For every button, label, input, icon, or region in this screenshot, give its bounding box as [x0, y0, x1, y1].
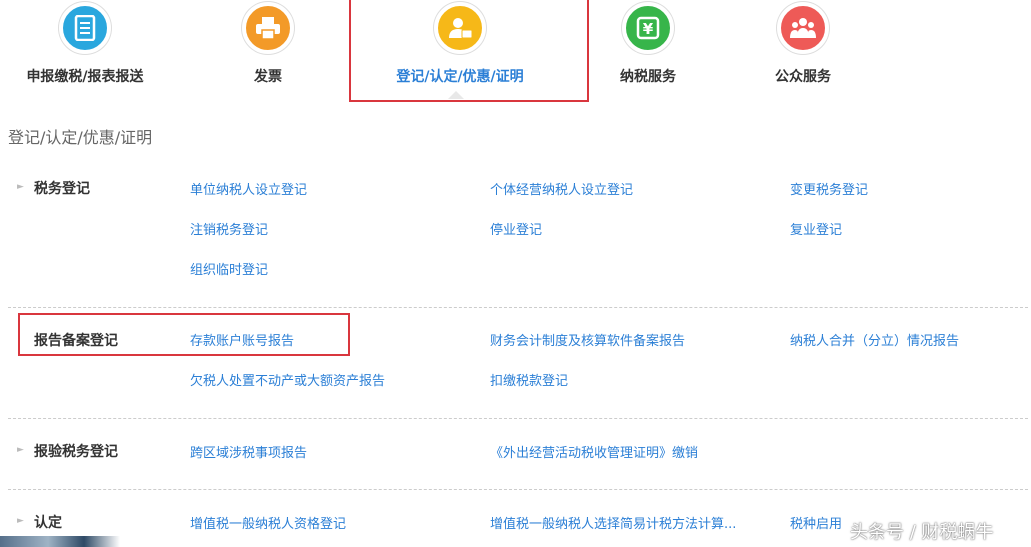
- divider: [8, 489, 1028, 490]
- nav-item-label: 发票: [254, 69, 282, 85]
- link-change-tax-registration[interactable]: 变更税务登记: [790, 179, 868, 198]
- chevron-right-icon: ►: [17, 445, 24, 455]
- watermark: 头条号 / 财税蜗牛: [850, 522, 994, 543]
- link-resumption-registration[interactable]: 复业登记: [790, 219, 842, 238]
- yen-icon: ¥: [622, 2, 674, 54]
- svg-text:¥: ¥: [643, 20, 654, 38]
- link-withholding-registration[interactable]: 扣缴税款登记: [490, 370, 568, 389]
- link-tax-type-activation[interactable]: 税种启用: [790, 513, 842, 532]
- category-label-tax-registration: 税务登记: [34, 181, 90, 197]
- link-accounting-software-filing[interactable]: 财务会计制度及核算软件备案报告: [490, 330, 685, 349]
- nav-item-label: 公众服务: [775, 69, 831, 85]
- link-unit-taxpayer-registration[interactable]: 单位纳税人设立登记: [190, 179, 307, 198]
- link-simplified-tax-method[interactable]: 增值税一般纳税人选择简易计税方法计算...: [490, 513, 736, 532]
- link-outbound-certificate-cancel[interactable]: 《外出经营活动税收管理证明》缴销: [490, 442, 698, 461]
- divider: [8, 307, 1028, 308]
- nav-item-label: 申报缴税/报表报送: [26, 69, 144, 85]
- link-asset-disposal-report[interactable]: 欠税人处置不动产或大额资产报告: [190, 370, 385, 389]
- background-photo-fragment: [0, 536, 120, 547]
- active-tab-highlight: [349, 0, 589, 102]
- link-individual-taxpayer-registration[interactable]: 个体经营纳税人设立登记: [490, 179, 633, 198]
- document-icon: [59, 2, 111, 54]
- category-label-certification: 认定: [34, 515, 62, 531]
- people-icon: [777, 2, 829, 54]
- divider: [8, 418, 1028, 419]
- chevron-right-icon: ►: [17, 182, 24, 192]
- link-temporary-registration[interactable]: 组织临时登记: [190, 259, 268, 278]
- link-merger-split-report[interactable]: 纳税人合并（分立）情况报告: [790, 330, 959, 349]
- category-label-inspection-registration: 报验税务登记: [34, 444, 118, 460]
- nav-item-invoice[interactable]: 发票: [183, 0, 353, 105]
- nav-item-tax-filing[interactable]: 申报缴税/报表报送: [0, 0, 170, 105]
- link-suspension-registration[interactable]: 停业登记: [490, 219, 542, 238]
- link-cancel-tax-registration[interactable]: 注销税务登记: [190, 219, 268, 238]
- link-cross-region-report[interactable]: 跨区域涉税事项报告: [190, 442, 307, 461]
- active-tab-caret: [448, 91, 464, 99]
- category-label-report-filing: 报告备案登记: [34, 333, 118, 349]
- chevron-right-icon: ►: [17, 516, 24, 526]
- printer-icon: [242, 2, 294, 54]
- link-deposit-account-report[interactable]: 存款账户账号报告: [190, 330, 294, 349]
- link-general-taxpayer-qualification[interactable]: 增值税一般纳税人资格登记: [190, 513, 346, 532]
- nav-item-public-service[interactable]: 公众服务: [718, 0, 888, 105]
- section-title: 登记/认定/优惠/证明: [8, 128, 153, 147]
